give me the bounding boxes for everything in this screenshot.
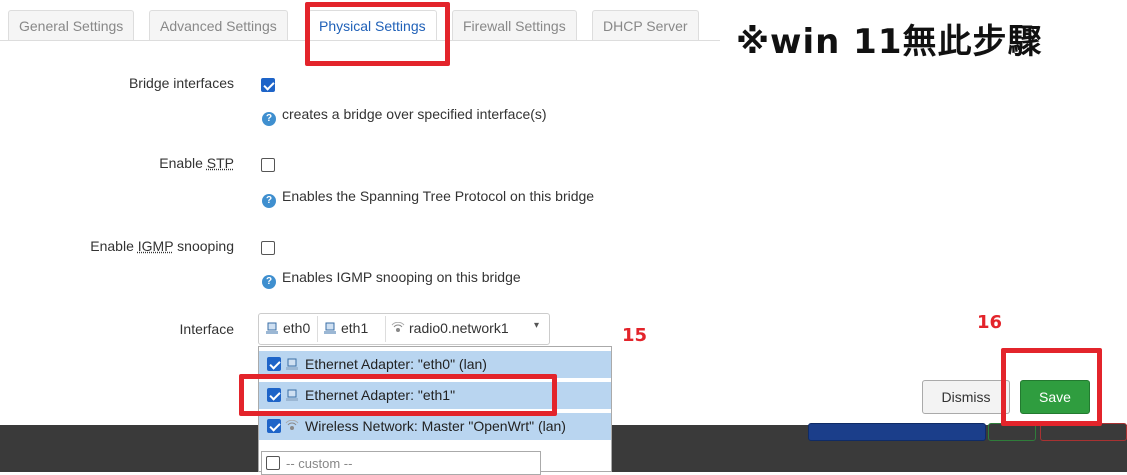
enable-stp-help: ? Enables the Spanning Tree Protocol on t… — [262, 188, 594, 208]
help-icon: ? — [262, 194, 276, 208]
option-label: Wireless Network: Master "OpenWrt" (lan) — [305, 418, 566, 434]
custom-checkbox[interactable] — [266, 456, 280, 470]
interface-label: Interface — [179, 321, 234, 337]
tab-firewall-settings[interactable]: Firewall Settings — [452, 10, 577, 41]
chevron-down-icon: ▾ — [533, 320, 539, 331]
igmp-label-prefix: Enable — [90, 238, 138, 254]
help-icon: ? — [262, 112, 276, 126]
interface-select[interactable]: eth0 eth1 radio0.network1 ▾ — [258, 313, 550, 345]
chip-separator — [317, 316, 318, 342]
stp-label-prefix: Enable — [159, 155, 207, 171]
tab-dhcp-server[interactable]: DHCP Server — [592, 10, 699, 41]
highlight-eth1-box — [239, 374, 557, 416]
bridge-help-text: creates a bridge over specified interfac… — [282, 106, 547, 122]
option-label: Ethernet Adapter: "eth0" (lan) — [305, 356, 487, 372]
interface-chip-eth1: eth1 — [323, 320, 368, 336]
chip-label: eth1 — [341, 320, 369, 336]
tab-general-settings[interactable]: General Settings — [8, 10, 135, 41]
footer-apply-button[interactable] — [808, 423, 986, 441]
interface-chip-eth0: eth0 — [265, 320, 310, 336]
bridge-interfaces-label: Bridge interfaces — [128, 75, 234, 91]
chip-label: radio0.network1 — [409, 320, 509, 336]
igmp-label-suffix: snooping — [173, 238, 234, 254]
step-16-label: 16 — [977, 312, 1003, 333]
dismiss-button[interactable]: Dismiss — [922, 380, 1010, 414]
chip-label: eth0 — [283, 320, 311, 336]
igmp-abbr: IGMP — [137, 238, 174, 254]
enable-igmp-help: ? Enables IGMP snooping on this bridge — [262, 269, 521, 289]
bridge-interfaces-help: ? creates a bridge over specified interfa… — [262, 106, 547, 126]
step-15-label: 15 — [622, 325, 648, 346]
custom-interface-input[interactable]: -- custom -- — [261, 451, 541, 475]
enable-stp-label: Enable STP — [159, 155, 234, 171]
enable-igmp-checkbox[interactable] — [261, 241, 275, 255]
highlight-tab-box — [305, 2, 450, 66]
tab-advanced-settings[interactable]: Advanced Settings — [149, 10, 288, 41]
bridge-interfaces-checkbox[interactable] — [261, 78, 275, 92]
enable-stp-checkbox[interactable] — [261, 158, 275, 172]
ethernet-icon — [266, 322, 278, 334]
highlight-save-box — [1001, 348, 1102, 426]
ethernet-icon — [286, 358, 298, 370]
stp-abbr: STP — [206, 155, 234, 171]
wireless-icon — [285, 420, 299, 430]
enable-igmp-label: Enable IGMP snooping — [90, 238, 234, 254]
igmp-help-text: Enables IGMP snooping on this bridge — [282, 269, 521, 285]
chip-separator — [385, 316, 386, 342]
watermark-note: ※win 11無此步驟 — [736, 22, 1043, 62]
option-checkbox[interactable] — [267, 357, 281, 371]
interface-chip-radio0: radio0.network1 — [391, 320, 509, 336]
help-icon: ? — [262, 275, 276, 289]
wireless-icon — [391, 322, 405, 332]
ethernet-icon — [324, 322, 336, 334]
stp-help-text: Enables the Spanning Tree Protocol on th… — [282, 188, 595, 204]
option-checkbox[interactable] — [267, 419, 281, 433]
option-wireless[interactable]: Wireless Network: Master "OpenWrt" (lan) — [259, 413, 611, 440]
custom-placeholder: -- custom -- — [286, 456, 353, 471]
